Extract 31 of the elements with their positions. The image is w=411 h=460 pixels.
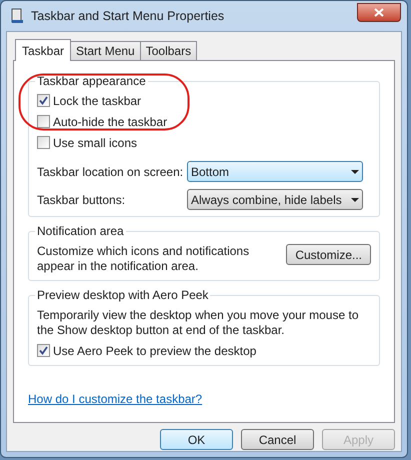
tab[interactable]: Taskbar — [15, 39, 72, 61]
description-text: Customize which icons and notifications appear in the notification area. — [37, 244, 250, 274]
dialog-button[interactable]: Cancel — [241, 429, 314, 450]
dropdown[interactable]: Always combine, hide labels — [187, 189, 363, 210]
field-label: Taskbar location on screen: — [37, 164, 184, 180]
tab[interactable]: Toolbars — [140, 41, 198, 60]
checkbox-label: Auto-hide the taskbar — [53, 114, 168, 130]
checkbox[interactable] — [37, 344, 50, 357]
customize-button[interactable]: Customize... — [286, 244, 371, 265]
check-icon — [39, 346, 48, 355]
description-text: Temporarily view the desktop when you move your mouse to the Show desktop button at end of the taskbar. — [37, 307, 360, 338]
checkbox[interactable] — [37, 94, 50, 107]
dropdown[interactable]: Bottom — [187, 161, 363, 182]
check-icon — [39, 96, 48, 105]
dropdown-arrow-icon — [351, 198, 359, 202]
group-title: Notification area — [35, 224, 126, 238]
close-button[interactable] — [357, 2, 401, 22]
checkbox[interactable] — [37, 115, 50, 128]
dropdown-arrow-icon — [351, 170, 359, 174]
dialog-button[interactable]: OK — [160, 429, 233, 450]
taskbar-icon — [9, 8, 25, 24]
tab[interactable]: Start Menu — [70, 41, 141, 60]
checkbox[interactable] — [37, 136, 50, 149]
checkbox-label: Use Aero Peek to preview the desktop — [53, 342, 256, 360]
group-title: Preview desktop with Aero Peek — [35, 288, 210, 302]
help-link[interactable]: How do I customize the taskbar? — [28, 390, 202, 408]
checkbox-label: Use small icons — [53, 134, 138, 152]
close-icon — [374, 8, 384, 16]
field-label: Taskbar buttons: — [37, 192, 126, 208]
checkbox-label: Lock the taskbar — [53, 92, 142, 110]
window-title: Taskbar and Start Menu Properties — [31, 8, 224, 25]
